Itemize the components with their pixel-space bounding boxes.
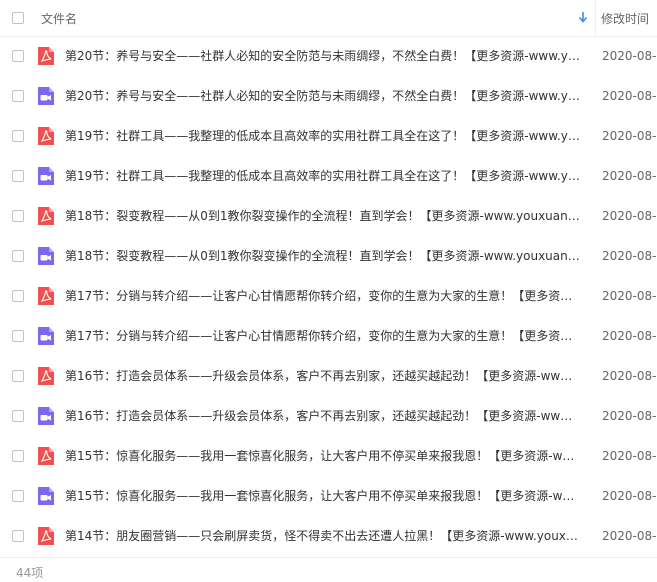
row-checkbox[interactable] xyxy=(12,290,24,302)
file-modified-time: 2020-08-0 xyxy=(602,129,657,143)
file-name[interactable]: 第18节：裂变教程——从0到1教你裂变操作的全流程！直到学会！【更多资源-www… xyxy=(65,208,580,224)
item-count: 44项 xyxy=(16,566,44,580)
file-row[interactable]: 第14节：朋友圈营销——只会刷屏卖货，怪不得卖不出去还遭人拉黑！【更多资源-ww… xyxy=(0,516,657,556)
pdf-file-icon xyxy=(38,47,54,65)
list-header: 文件名 修改时间 xyxy=(0,0,657,37)
column-header-filename[interactable]: 文件名 xyxy=(41,10,77,27)
file-name[interactable]: 第20节：养号与安全——社群人必知的安全防范与未雨绸缪，不然全白费！【更多资源-… xyxy=(65,48,580,64)
file-row[interactable]: 第20节：养号与安全——社群人必知的安全防范与未雨绸缪，不然全白费！【更多资源-… xyxy=(0,36,657,76)
row-checkbox[interactable] xyxy=(12,50,24,62)
row-checkbox[interactable] xyxy=(12,210,24,222)
row-checkbox[interactable] xyxy=(12,410,24,422)
pdf-file-icon xyxy=(38,127,54,145)
file-modified-time: 2020-08-0 xyxy=(602,409,657,423)
video-file-icon xyxy=(38,487,54,505)
video-file-icon xyxy=(38,327,54,345)
row-checkbox[interactable] xyxy=(12,330,24,342)
video-file-icon xyxy=(38,247,54,265)
pdf-file-icon xyxy=(38,207,54,225)
row-checkbox[interactable] xyxy=(12,170,24,182)
file-row[interactable]: 第16节：打造会员体系——升级会员体系，客户不再去别家，还越买越起劲！【更多资源… xyxy=(0,356,657,396)
file-row[interactable]: 第17节：分销与转介绍——让客户心甘情愿帮你转介绍，变你的生意为大家的生意！【更… xyxy=(0,276,657,316)
file-modified-time: 2020-08-0 xyxy=(602,289,657,303)
file-name[interactable]: 第20节：养号与安全——社群人必知的安全防范与未雨绸缪，不然全白费！【更多资源-… xyxy=(65,88,580,104)
file-row[interactable]: 第19节：社群工具——我整理的低成本且高效率的实用社群工具全在这了！【更多资源-… xyxy=(0,116,657,156)
file-name[interactable]: 第17节：分销与转介绍——让客户心甘情愿帮你转介绍，变你的生意为大家的生意！【更… xyxy=(65,288,580,304)
pdf-file-icon xyxy=(38,367,54,385)
file-modified-time: 2020-08-0 xyxy=(602,489,657,503)
row-checkbox[interactable] xyxy=(12,370,24,382)
file-row[interactable]: 第18节：裂变教程——从0到1教你裂变操作的全流程！直到学会！【更多资源-www… xyxy=(0,196,657,236)
file-modified-time: 2020-08-0 xyxy=(602,249,657,263)
row-checkbox[interactable] xyxy=(12,250,24,262)
file-row[interactable]: 第18节：裂变教程——从0到1教你裂变操作的全流程！直到学会！【更多资源-www… xyxy=(0,236,657,276)
file-modified-time: 2020-08-0 xyxy=(602,329,657,343)
pdf-file-icon xyxy=(38,447,54,465)
file-name[interactable]: 第19节：社群工具——我整理的低成本且高效率的实用社群工具全在这了！【更多资源-… xyxy=(65,128,580,144)
file-name[interactable]: 第16节：打造会员体系——升级会员体系，客户不再去别家，还越买越起劲！【更多资源… xyxy=(65,368,580,384)
file-modified-time: 2020-08-0 xyxy=(602,529,657,543)
file-name[interactable]: 第18节：裂变教程——从0到1教你裂变操作的全流程！直到学会！【更多资源-www… xyxy=(65,248,580,264)
file-row[interactable]: 第19节：社群工具——我整理的低成本且高效率的实用社群工具全在这了！【更多资源-… xyxy=(0,156,657,196)
file-name[interactable]: 第15节：惊喜化服务——我用一套惊喜化服务，让大客户用不停买单来报我恩！【更多资… xyxy=(65,488,580,504)
file-row[interactable]: 第16节：打造会员体系——升级会员体系，客户不再去别家，还越买越起劲！【更多资源… xyxy=(0,396,657,436)
column-divider[interactable] xyxy=(595,0,596,36)
file-row[interactable]: 第17节：分销与转介绍——让客户心甘情愿帮你转介绍，变你的生意为大家的生意！【更… xyxy=(0,316,657,356)
video-file-icon xyxy=(38,87,54,105)
video-file-icon xyxy=(38,167,54,185)
file-name[interactable]: 第19节：社群工具——我整理的低成本且高效率的实用社群工具全在这了！【更多资源-… xyxy=(65,168,580,184)
pdf-file-icon xyxy=(38,527,54,545)
file-name[interactable]: 第16节：打造会员体系——升级会员体系，客户不再去别家，还越买越起劲！【更多资源… xyxy=(65,408,580,424)
file-modified-time: 2020-08-0 xyxy=(602,49,657,63)
select-all-checkbox[interactable] xyxy=(12,12,24,24)
file-modified-time: 2020-08-0 xyxy=(602,89,657,103)
sort-down-arrow-icon[interactable] xyxy=(577,10,589,24)
row-checkbox[interactable] xyxy=(12,490,24,502)
file-row[interactable]: 第20节：养号与安全——社群人必知的安全防范与未雨绸缪，不然全白费！【更多资源-… xyxy=(0,76,657,116)
file-row[interactable]: 第15节：惊喜化服务——我用一套惊喜化服务，让大客户用不停买单来报我恩！【更多资… xyxy=(0,476,657,516)
file-modified-time: 2020-08-0 xyxy=(602,369,657,383)
pdf-file-icon xyxy=(38,287,54,305)
file-name[interactable]: 第17节：分销与转介绍——让客户心甘情愿帮你转介绍，变你的生意为大家的生意！【更… xyxy=(65,328,580,344)
file-modified-time: 2020-08-0 xyxy=(602,209,657,223)
video-file-icon xyxy=(38,407,54,425)
file-modified-time: 2020-08-0 xyxy=(602,169,657,183)
file-modified-time: 2020-08-0 xyxy=(602,449,657,463)
file-name[interactable]: 第15节：惊喜化服务——我用一套惊喜化服务，让大客户用不停买单来报我恩！【更多资… xyxy=(65,448,580,464)
file-name[interactable]: 第14节：朋友圈营销——只会刷屏卖货，怪不得卖不出去还遭人拉黑！【更多资源-ww… xyxy=(65,528,580,544)
row-checkbox[interactable] xyxy=(12,530,24,542)
list-footer: 44项 xyxy=(0,557,657,582)
row-checkbox[interactable] xyxy=(12,90,24,102)
file-row[interactable]: 第15节：惊喜化服务——我用一套惊喜化服务，让大客户用不停买单来报我恩！【更多资… xyxy=(0,436,657,476)
column-header-modified-time[interactable]: 修改时间 xyxy=(601,10,649,27)
row-checkbox[interactable] xyxy=(12,450,24,462)
row-checkbox[interactable] xyxy=(12,130,24,142)
